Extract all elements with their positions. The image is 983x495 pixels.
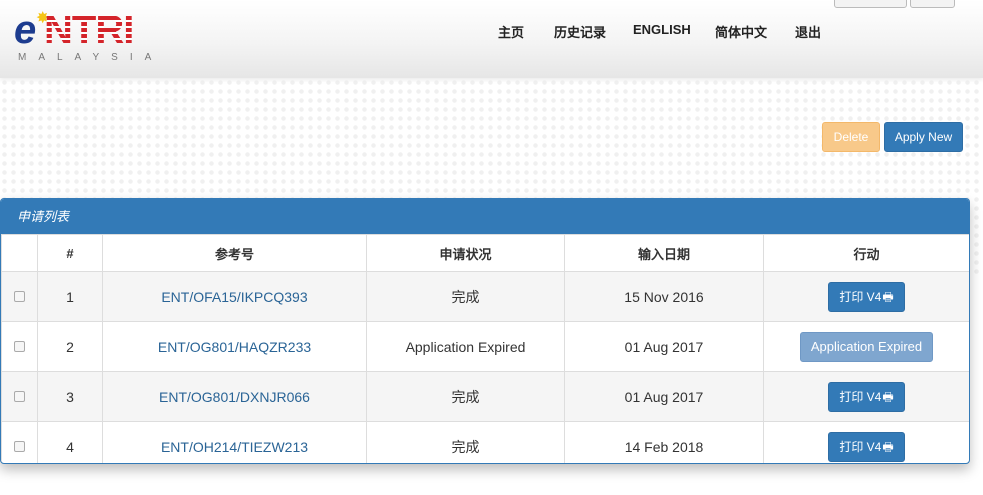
row-number: 3 xyxy=(37,371,103,422)
print-label: 打印 V4 xyxy=(839,289,882,304)
table-row: 2 ENT/OG801/HAQZR233 Application Expired… xyxy=(1,321,969,372)
reference-link[interactable]: ENT/OG801/HAQZR233 xyxy=(158,339,311,355)
print-label: 打印 V4 xyxy=(839,439,882,454)
site-header: e ✸ NTRI MALAYSIA 主页 历史记录 ENGLISH 简体中文 退… xyxy=(0,0,983,78)
header-action: 行动 xyxy=(763,234,969,272)
row-status: Application Expired xyxy=(366,321,565,372)
row-status: 完成 xyxy=(366,371,565,422)
application-expired-button[interactable]: Application Expired xyxy=(799,331,934,362)
print-v4-button[interactable]: 打印 V4🖶 xyxy=(828,281,905,312)
row-select xyxy=(1,371,38,422)
row-select xyxy=(1,321,38,372)
nav-chinese[interactable]: 简体中文 xyxy=(715,22,767,41)
row-action: Application Expired xyxy=(763,321,969,372)
row-reference: ENT/OG801/DXNJR066 xyxy=(102,371,367,422)
application-list-panel: 申请列表 # 参考号 申请状况 输入日期 行动 1 ENT/OFA15/IKPC… xyxy=(0,198,970,464)
row-checkbox[interactable] xyxy=(14,390,25,402)
row-checkbox[interactable] xyxy=(14,440,25,452)
row-action: 打印 V4🖶 xyxy=(763,371,969,422)
print-label: 打印 V4 xyxy=(839,389,882,404)
table-row: 1 ENT/OFA15/IKPCQ393 完成 15 Nov 2016 打印 V… xyxy=(1,271,969,322)
row-status: 完成 xyxy=(366,271,565,322)
logo-ntri: NTRI xyxy=(44,8,134,52)
reference-link[interactable]: ENT/OH214/TIEZW213 xyxy=(161,439,308,455)
nav-home[interactable]: 主页 xyxy=(498,22,524,41)
header-status: 申请状况 xyxy=(366,234,565,272)
row-number: 1 xyxy=(37,271,103,322)
printer-icon: 🖶 xyxy=(882,389,894,404)
print-v4-button[interactable]: 打印 V4🖶 xyxy=(828,381,905,412)
logo-e: e xyxy=(14,8,37,52)
header-reference: 参考号 xyxy=(102,234,367,272)
application-table: # 参考号 申请状况 输入日期 行动 1 ENT/OFA15/IKPCQ393 … xyxy=(1,234,969,463)
logo-subtitle: MALAYSIA xyxy=(18,52,164,63)
apply-new-button[interactable]: Apply New xyxy=(884,122,963,152)
row-action: 打印 V4🖶 xyxy=(763,271,969,322)
row-date: 01 Aug 2017 xyxy=(564,371,764,422)
row-date: 01 Aug 2017 xyxy=(564,321,764,372)
header-select xyxy=(1,234,38,272)
header-date: 输入日期 xyxy=(564,234,764,272)
entri-logo[interactable]: e ✸ NTRI MALAYSIA xyxy=(14,10,174,66)
reference-link[interactable]: ENT/OG801/DXNJR066 xyxy=(159,389,310,405)
nav-logout[interactable]: 退出 xyxy=(795,22,821,41)
table-header-row: # 参考号 申请状况 输入日期 行动 xyxy=(1,234,969,272)
row-number: 4 xyxy=(37,421,103,463)
row-date: 14 Feb 2018 xyxy=(564,421,764,463)
row-action: 打印 V4🖶 xyxy=(763,421,969,463)
row-date: 15 Nov 2016 xyxy=(564,271,764,322)
panel-title: 申请列表 xyxy=(1,199,969,234)
top-button-1[interactable] xyxy=(834,0,907,8)
nav-english[interactable]: ENGLISH xyxy=(633,22,691,37)
delete-button[interactable]: Delete xyxy=(822,122,880,152)
row-reference: ENT/OG801/HAQZR233 xyxy=(102,321,367,372)
row-select xyxy=(1,421,38,463)
row-number: 2 xyxy=(37,321,103,372)
row-select xyxy=(1,271,38,322)
table-row: 3 ENT/OG801/DXNJR066 完成 01 Aug 2017 打印 V… xyxy=(1,371,969,422)
printer-icon: 🖶 xyxy=(882,289,894,304)
top-button-2[interactable] xyxy=(910,0,955,8)
row-checkbox[interactable] xyxy=(14,340,25,352)
nav-history[interactable]: 历史记录 xyxy=(554,22,606,41)
table-row: 4 ENT/OH214/TIEZW213 完成 14 Feb 2018 打印 V… xyxy=(1,421,969,463)
row-reference: ENT/OFA15/IKPCQ393 xyxy=(102,271,367,322)
print-v4-button[interactable]: 打印 V4🖶 xyxy=(828,431,905,462)
reference-link[interactable]: ENT/OFA15/IKPCQ393 xyxy=(161,289,307,305)
row-reference: ENT/OH214/TIEZW213 xyxy=(102,421,367,463)
row-status: 完成 xyxy=(366,421,565,463)
header-number: # xyxy=(37,234,103,272)
printer-icon: 🖶 xyxy=(882,439,894,454)
row-checkbox[interactable] xyxy=(14,290,25,302)
